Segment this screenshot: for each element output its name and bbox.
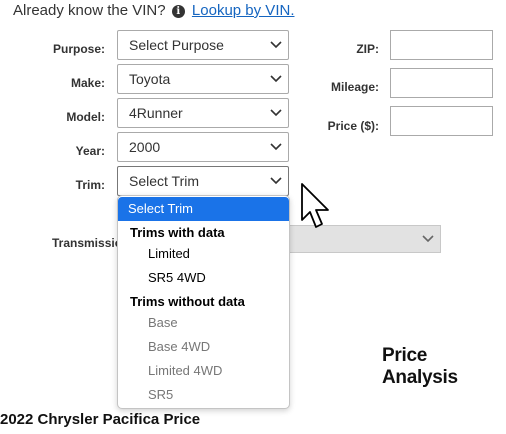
trim-label: Trim: [75, 178, 105, 192]
info-icon: i [171, 5, 185, 18]
model-select[interactable]: 4Runner [117, 98, 289, 128]
chevron-down-icon [270, 41, 282, 49]
purpose-select[interactable]: Select Purpose [117, 30, 289, 60]
price-input[interactable] [390, 106, 493, 136]
chevron-down-icon [270, 109, 282, 117]
purpose-value: Select Purpose [129, 37, 224, 53]
make-value: Toyota [129, 71, 171, 87]
trim-select[interactable]: Select Trim [117, 166, 289, 196]
price-label: Price ($): [327, 119, 379, 133]
chevron-down-icon [422, 235, 434, 243]
zip-input[interactable] [390, 30, 493, 60]
option-sr5[interactable]: SR5 [118, 383, 289, 407]
make-select[interactable]: Toyota [117, 64, 289, 94]
mileage-input[interactable] [390, 68, 493, 98]
chevron-down-icon [270, 177, 282, 185]
mouse-pointer-icon [301, 183, 329, 228]
trim-dropdown-list: Select Trim Trims with data Limited SR5 … [117, 195, 290, 409]
mileage-label: Mileage: [330, 80, 379, 94]
option-base[interactable]: Base [118, 311, 289, 335]
model-label: Model: [66, 110, 105, 124]
make-label: Make: [70, 76, 105, 90]
trim-value: Select Trim [129, 173, 200, 189]
option-limited[interactable]: Limited [118, 242, 289, 266]
chevron-down-icon [270, 75, 282, 83]
price-analysis-heading: Price Analysis [382, 345, 458, 388]
vin-prompt: Already know the VIN? [13, 2, 166, 19]
year-value: 2000 [129, 139, 161, 155]
option-select-trim[interactable]: Select Trim [118, 197, 289, 221]
year-label: Year: [75, 144, 105, 158]
chevron-down-icon [270, 143, 282, 151]
lookup-by-vin-link[interactable]: Lookup by VIN. [192, 2, 295, 19]
pacifica-price-heading: 2022 Chrysler Pacifica Price [0, 411, 201, 428]
purpose-label: Purpose: [52, 42, 105, 56]
vin-lookup-line: Already know the VIN? i Lookup by VIN. [13, 2, 294, 19]
zip-label: ZIP: [356, 42, 379, 56]
option-base-4wd[interactable]: Base 4WD [118, 335, 289, 359]
model-value: 4Runner [129, 105, 183, 121]
option-sr5-4wd[interactable]: SR5 4WD [118, 266, 289, 290]
transmission-label: Transmissio [52, 236, 123, 250]
option-limited-4wd[interactable]: Limited 4WD [118, 359, 289, 383]
year-select[interactable]: 2000 [117, 132, 289, 162]
